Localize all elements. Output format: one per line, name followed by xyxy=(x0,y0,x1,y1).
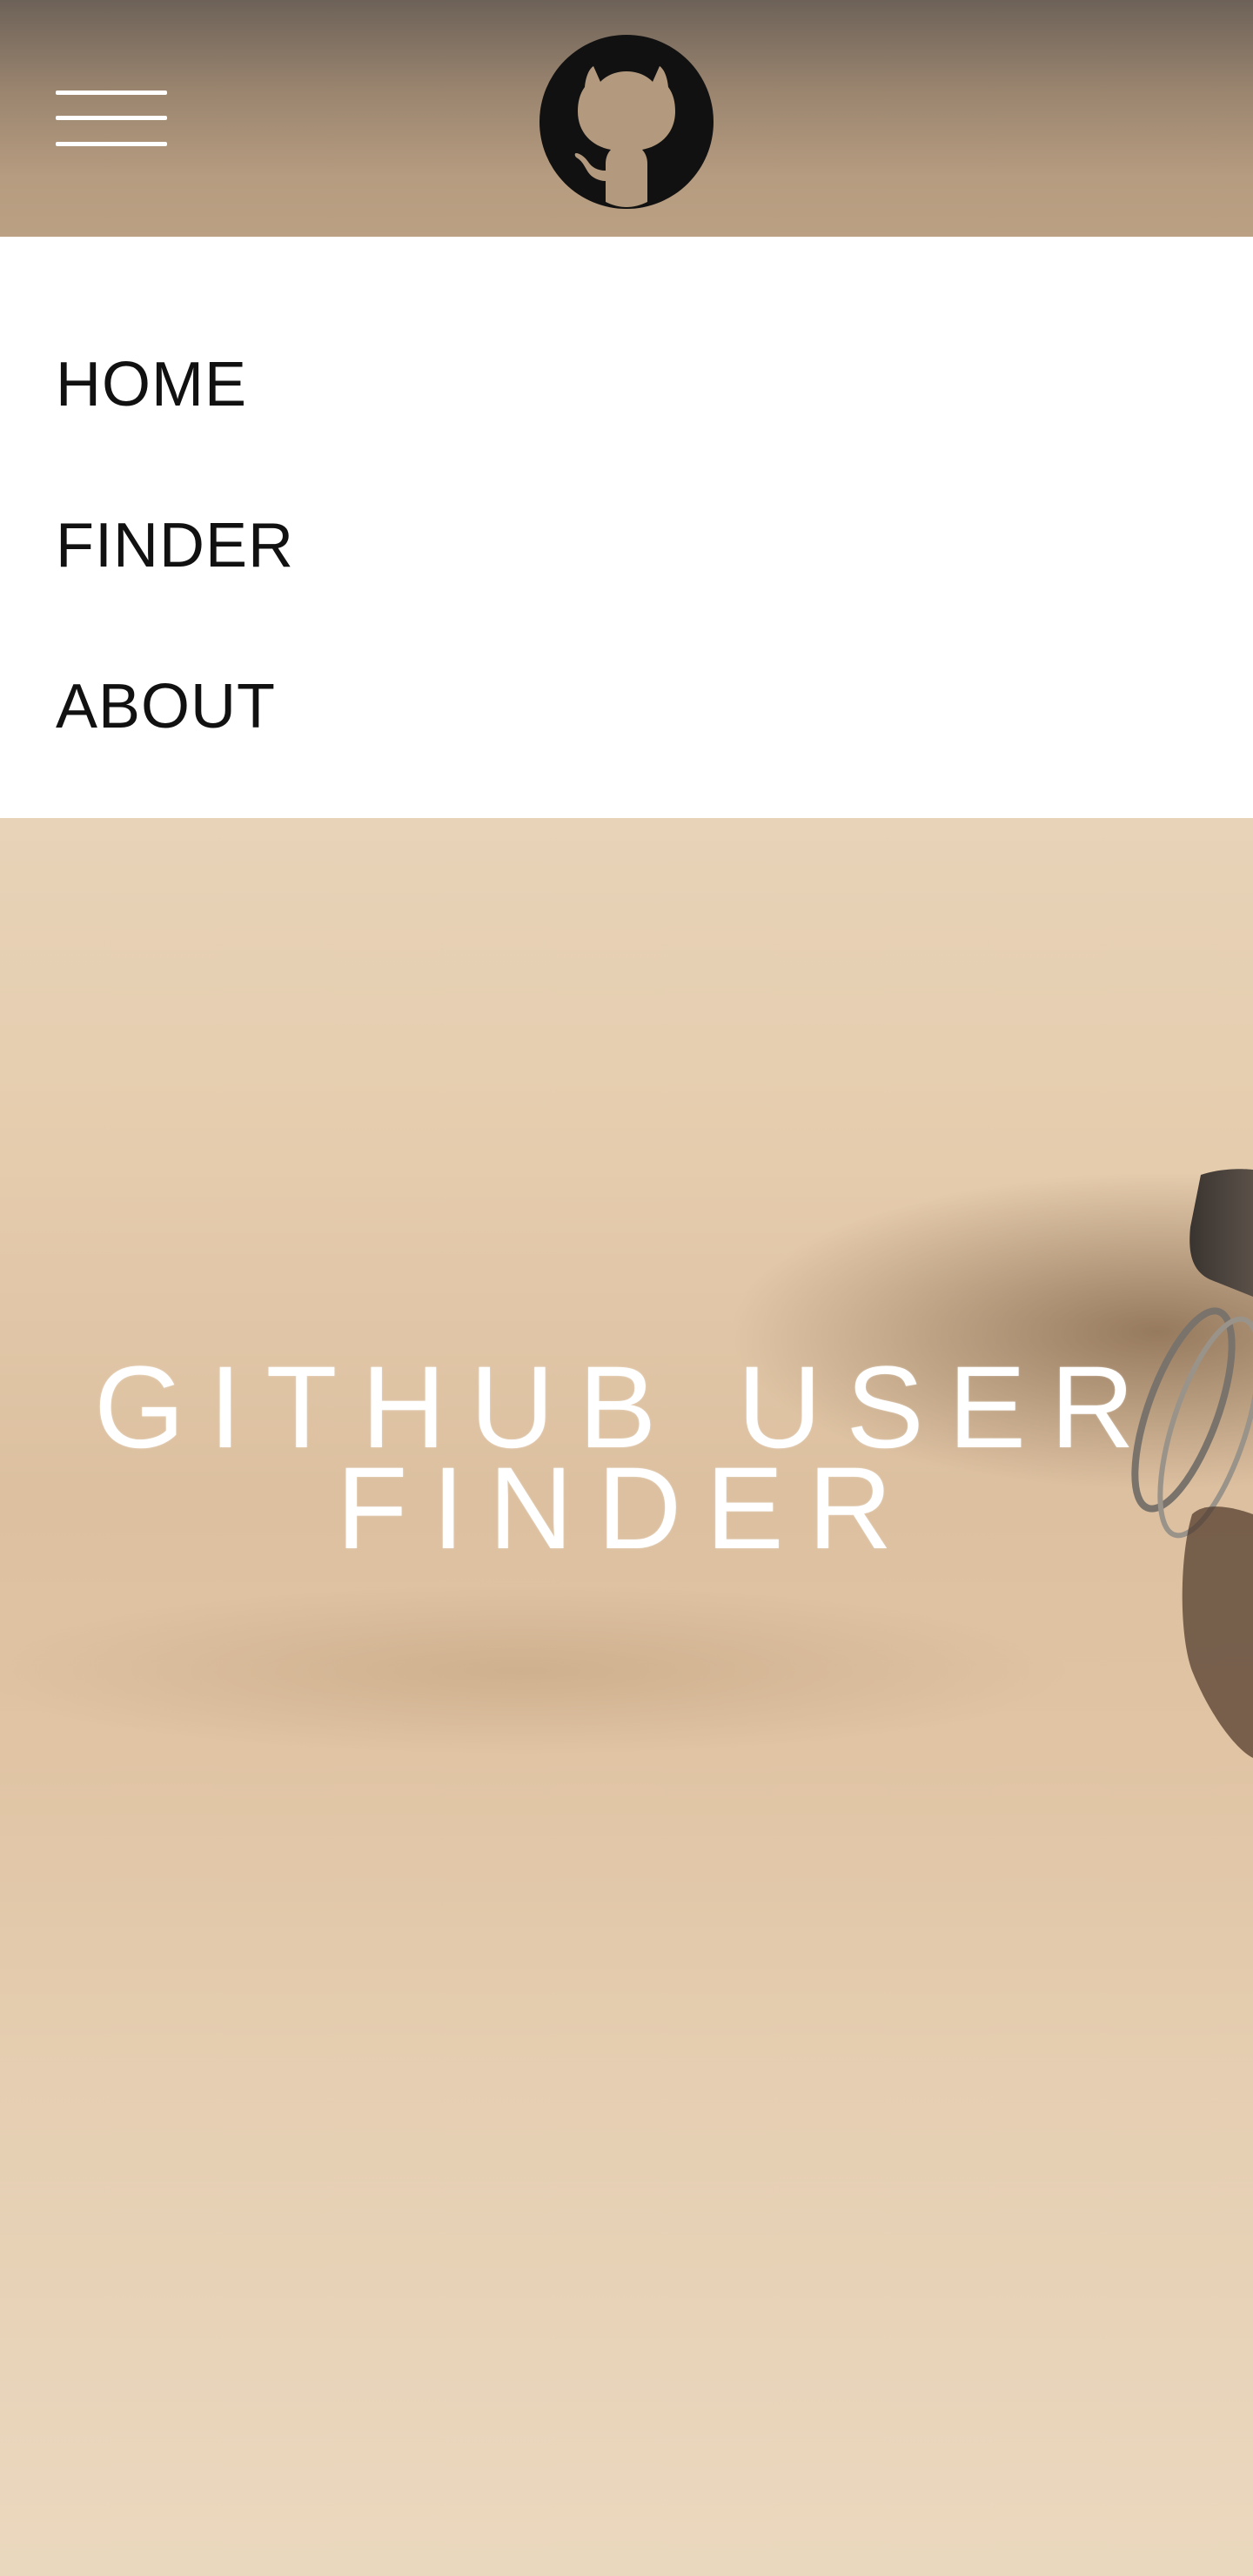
hamburger-line xyxy=(56,142,167,146)
github-logo-icon[interactable] xyxy=(539,35,714,209)
hamburger-line xyxy=(56,91,167,95)
header-bar xyxy=(0,0,1253,237)
hamburger-menu-button[interactable] xyxy=(56,91,167,146)
hamburger-line xyxy=(56,116,167,120)
hero-title-line-2: FINDER xyxy=(336,1444,917,1573)
nav-item-finder[interactable]: FINDER xyxy=(56,511,294,580)
hero-title: GITHUB USER FINDER xyxy=(0,1350,1253,1567)
nav-item-home[interactable]: HOME xyxy=(56,350,247,419)
page: HOME FINDER ABOUT GITHUB USER FINDER xyxy=(0,0,1253,2576)
nav-item-about[interactable]: ABOUT xyxy=(56,672,276,741)
dropdown-nav-menu: HOME FINDER ABOUT xyxy=(0,237,1253,818)
